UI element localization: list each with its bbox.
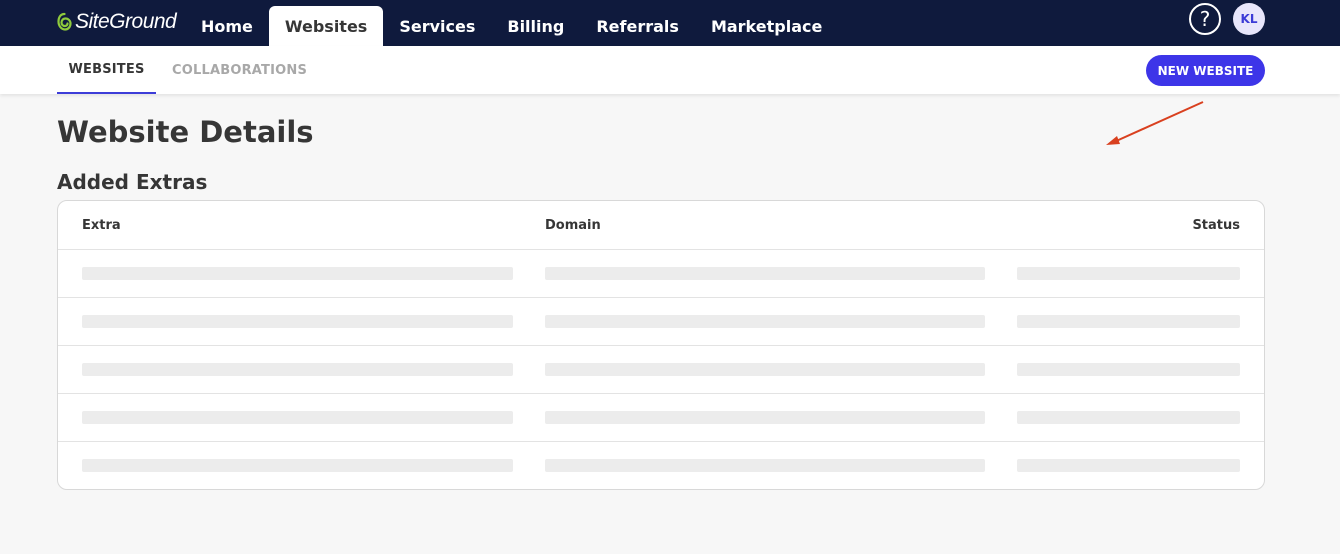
table-row [58,298,1264,346]
logo-text: SiteGround [75,10,177,33]
loading-placeholder [1017,315,1240,328]
loading-placeholder [1017,363,1240,376]
table-row [58,442,1264,489]
nav-referrals[interactable]: Referrals [580,6,695,46]
loading-placeholder [545,315,985,328]
main-nav: Home Websites Services Billing Referrals… [185,6,838,46]
table-row [58,346,1264,394]
nav-websites[interactable]: Websites [268,6,384,46]
tab-websites[interactable]: WEBSITES [57,46,156,94]
loading-placeholder [82,267,513,280]
loading-placeholder [545,363,985,376]
loading-placeholder [82,459,513,472]
top-navigation-bar: SiteGround Home Websites Services Billin… [0,0,1340,46]
nav-marketplace[interactable]: Marketplace [695,6,838,46]
nav-home[interactable]: Home [185,6,269,46]
loading-placeholder [1017,267,1240,280]
loading-placeholder [1017,459,1240,472]
page-title: Website Details [57,115,314,149]
avatar[interactable]: KL [1233,3,1265,35]
added-extras-table: Extra Domain Status [57,200,1265,490]
column-header-extra[interactable]: Extra [82,201,121,249]
table-row [58,250,1264,298]
sub-navigation-bar: WEBSITES COLLABORATIONS NEW WEBSITE [0,46,1340,94]
section-title: Added Extras [57,170,208,194]
annotation-arrow-icon [1106,101,1204,145]
loading-placeholder [545,459,985,472]
loading-placeholder [82,411,513,424]
loading-placeholder [545,267,985,280]
tab-collaborations[interactable]: COLLABORATIONS [172,46,307,94]
siteground-logo[interactable]: SiteGround [57,7,177,37]
loading-placeholder [82,315,513,328]
nav-services[interactable]: Services [383,6,491,46]
loading-placeholder [82,363,513,376]
siteground-logo-icon [57,12,72,31]
table-header: Extra Domain Status [58,201,1264,250]
help-icon[interactable]: ? [1189,3,1221,35]
loading-placeholder [1017,411,1240,424]
column-header-status[interactable]: Status [1192,201,1240,249]
column-header-domain[interactable]: Domain [545,201,601,249]
nav-billing[interactable]: Billing [491,6,580,46]
new-website-button[interactable]: NEW WEBSITE [1146,55,1265,86]
loading-placeholder [545,411,985,424]
table-row [58,394,1264,442]
